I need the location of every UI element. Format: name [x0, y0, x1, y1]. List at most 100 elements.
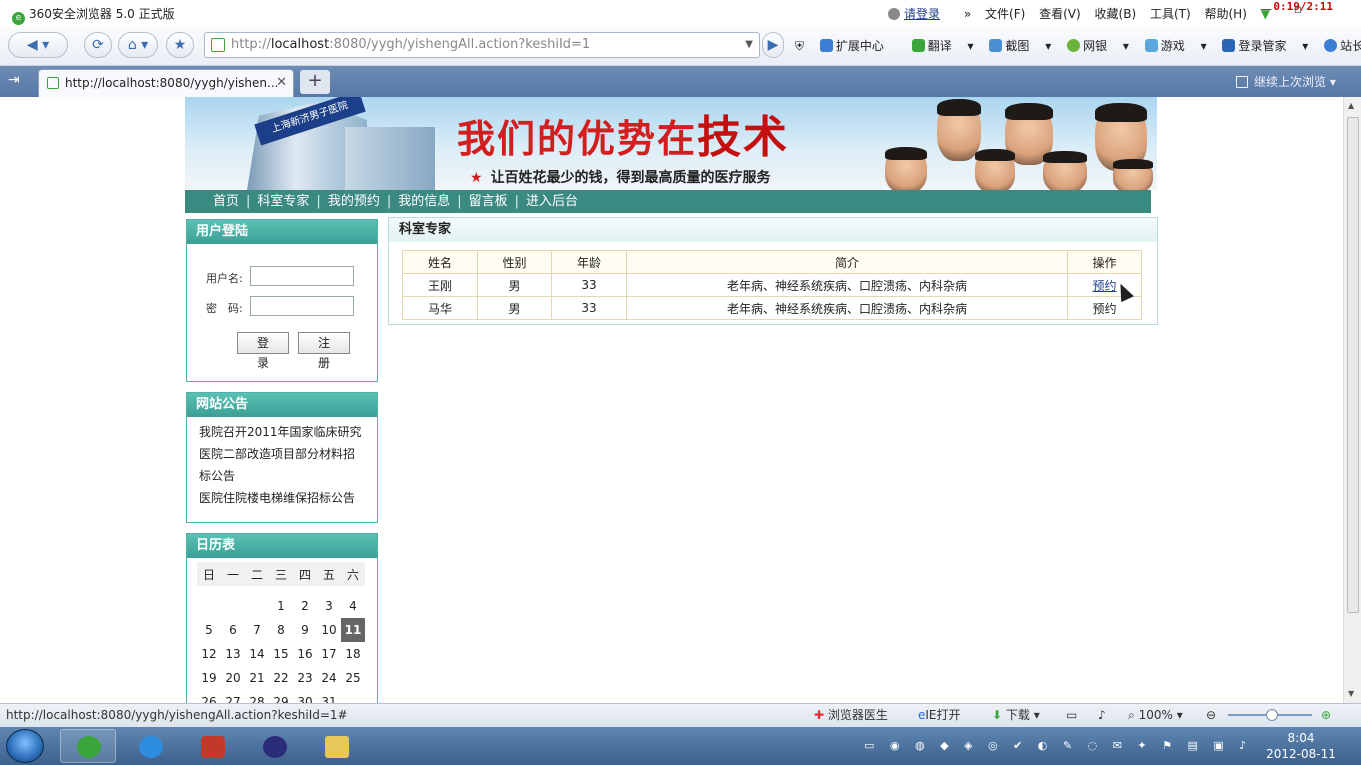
login-panel-title: 用户登陆: [187, 220, 377, 244]
calendar-day: 13: [225, 647, 241, 661]
login-button[interactable]: 登 录: [237, 332, 289, 370]
zoom-out-icon[interactable]: ⊖: [1206, 704, 1216, 726]
toolbar-webmaster[interactable]: 站长工具: [1324, 39, 1361, 53]
back-button[interactable]: ◀ ▾: [8, 32, 68, 58]
login-menu[interactable]: 请登录: [888, 7, 950, 21]
calendar-weekday-row: 日 一 二 三 四 五 六: [197, 562, 365, 586]
calendar-day: 10: [321, 623, 337, 637]
webmaster-icon: [1324, 39, 1338, 52]
zoom-control[interactable]: ⌕ 100% ▾: [1128, 704, 1183, 726]
toolbar-screenshot[interactable]: 截图 ▾: [989, 39, 1051, 53]
favorite-star-button[interactable]: ★: [166, 32, 194, 58]
calendar-day: 31: [321, 695, 337, 703]
calendar-day: 6: [229, 623, 237, 637]
ie-open-button[interactable]: eIE打开: [918, 704, 961, 726]
shield-icon[interactable]: ⛨: [795, 39, 804, 53]
chevron-down-icon[interactable]: ▼: [745, 33, 753, 57]
banking-icon: [1067, 39, 1081, 52]
announcement-item[interactable]: 医院二部改造项目部分材料招标公告: [199, 443, 365, 487]
zoom-slider-knob[interactable]: [1266, 709, 1278, 721]
nav-home[interactable]: 首页: [213, 194, 239, 209]
login-panel: 用户登陆 用户名: 密 码: 登 录 注 册: [186, 219, 378, 382]
go-button[interactable]: ▶: [762, 32, 784, 58]
calendar-grid: 日 一 二 三 四 五 六 1 2 3 4 5 6 7 8 9 10 11 12…: [197, 562, 365, 703]
calendar-day: 2: [301, 599, 309, 613]
translate-icon: [911, 39, 925, 52]
calendar-day: 20: [225, 671, 241, 685]
calendar-day: 9: [301, 623, 309, 637]
taskbar-ie[interactable]: [122, 729, 178, 763]
taskbar-explorer[interactable]: [308, 729, 364, 763]
taskbar-toolbox[interactable]: [184, 729, 240, 763]
toolbar-extensions[interactable]: 扩展中心: [819, 39, 896, 53]
restore-session-button[interactable]: 继续上次浏览 ▾: [1236, 73, 1336, 90]
experts-panel: 科室专家 姓名 性别 年龄 简介 操作 王刚 男 33 老年病、神经系统疾病、口…: [388, 217, 1158, 325]
browser-360-icon: [77, 736, 101, 758]
banner-slogan: 我们的优势在技术: [457, 112, 790, 163]
menu-tools[interactable]: 工具(T): [1150, 7, 1191, 21]
eclipse-icon: [263, 736, 287, 758]
toolbar-translate[interactable]: 翻译 ▾: [911, 39, 974, 53]
nav-admin[interactable]: 进入后台: [526, 194, 578, 209]
appointment-link[interactable]: 预约: [1092, 279, 1116, 293]
toolbar-login-manager[interactable]: 登录管家 ▾: [1222, 39, 1308, 53]
password-input[interactable]: [250, 296, 354, 316]
minimize-icon[interactable]: —: [1258, 2, 1274, 18]
taskbar-eclipse[interactable]: [246, 729, 302, 763]
download-button[interactable]: ⬇ 下载 ▾: [992, 704, 1040, 726]
toolbar-banking[interactable]: 网银 ▾: [1067, 39, 1129, 53]
calendar-day: 8: [277, 623, 285, 637]
calendar-day: 26: [201, 695, 217, 703]
scroll-down-icon[interactable]: ▼: [1348, 689, 1354, 698]
system-clock[interactable]: 8:04 2012-08-11: [1262, 730, 1340, 762]
toolbar-games[interactable]: 游戏 ▾: [1144, 39, 1207, 53]
close-icon[interactable]: ✕: [276, 70, 287, 96]
system-tray[interactable]: ▭ ◉ ◍ ◆ ◈ ◎ ✔ ◐ ✎ ◌ ✉ ✦ ⚑ ▤ ▣ ♪: [864, 739, 1252, 752]
nav-department-experts[interactable]: 科室专家: [257, 194, 309, 209]
address-input[interactable]: http://localhost:8080/yygh/yishengAll.ac…: [204, 32, 760, 58]
doctor-name: 马华: [402, 296, 478, 320]
calendar-day: 16: [297, 647, 313, 661]
sidebar-toggle-icon[interactable]: ⇥: [8, 72, 20, 88]
calendar-day: 4: [349, 599, 357, 613]
menu-help[interactable]: 帮助(H): [1205, 7, 1247, 21]
menu-favorites[interactable]: 收藏(B): [1095, 7, 1137, 21]
speaker-icon[interactable]: ♪: [1098, 704, 1106, 726]
weekday-label: 四: [293, 562, 317, 586]
calendar-today: 11: [341, 618, 365, 642]
refresh-button[interactable]: ⟳: [84, 32, 112, 58]
window-icon[interactable]: ▭: [1066, 704, 1077, 726]
menu-view[interactable]: 查看(V): [1039, 7, 1081, 21]
action-cell[interactable]: 预约: [1067, 296, 1142, 320]
browser-doctor-button[interactable]: ✚ 浏览器医生: [814, 704, 888, 726]
username-input[interactable]: [250, 266, 354, 286]
announcement-item[interactable]: 医院住院楼电梯维保招标公告: [199, 487, 365, 509]
tab-active[interactable]: http://localhost:8080/yygh/yishen... ✕: [38, 69, 294, 97]
nav-message-board[interactable]: 留言板: [469, 194, 508, 209]
arrows-icon: »: [963, 7, 972, 21]
scrollbar-thumb[interactable]: [1347, 117, 1359, 613]
home-button[interactable]: ⌂ ▾: [118, 32, 158, 58]
table-row: 马华 男 33 老年病、神经系统疾病、口腔溃疡、内科杂病 预约: [402, 296, 1142, 320]
announcement-item[interactable]: 我院召开2011年国家临床研究: [199, 421, 365, 443]
scroll-up-icon[interactable]: ▲: [1348, 101, 1354, 110]
maximize-icon[interactable]: ▫: [1290, 2, 1306, 18]
navigation-bar: ◀ ▾ ⟳ ⌂ ▾ ★ http://localhost:8080/yygh/y…: [0, 26, 1361, 66]
password-row: 密 码:: [206, 296, 354, 316]
nav-my-info[interactable]: 我的信息: [398, 194, 450, 209]
nav-my-appointments[interactable]: 我的预约: [328, 194, 380, 209]
page-scrollbar[interactable]: ▲ ▼: [1343, 97, 1361, 703]
calendar-day: 23: [297, 671, 313, 685]
start-button[interactable]: [6, 729, 44, 763]
zoom-slider[interactable]: [1228, 709, 1312, 721]
calendar-day: 27: [225, 695, 241, 703]
register-button[interactable]: 注 册: [298, 332, 350, 370]
new-tab-button[interactable]: +: [300, 70, 330, 94]
screenshot-icon: [989, 39, 1003, 52]
zoom-in-icon[interactable]: ⊕: [1321, 704, 1331, 726]
menu-file[interactable]: 文件(F): [985, 7, 1025, 21]
username-row: 用户名:: [206, 266, 354, 286]
announcements-title: 网站公告: [187, 393, 377, 417]
trash-icon: [1236, 76, 1248, 88]
taskbar-360-browser[interactable]: [60, 729, 116, 763]
